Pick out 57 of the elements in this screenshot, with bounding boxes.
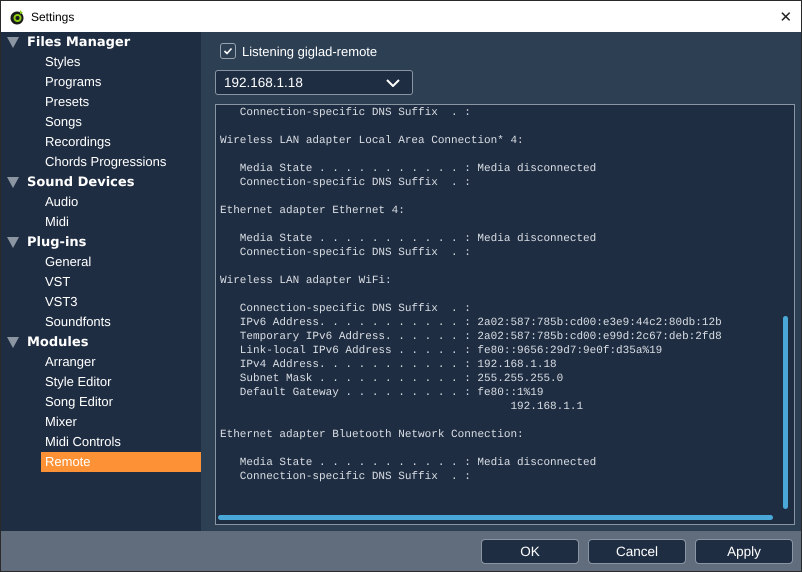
address-dropdown[interactable]: 192.168.1.18 xyxy=(215,70,413,95)
console-line: Subnet Mask . . . . . . . . . . . : 255.255.255.0 xyxy=(238,372,564,386)
app-logo-icon xyxy=(9,8,25,24)
tree-item[interactable]: Presets xyxy=(41,92,201,112)
console-line: Default Gateway . . . . . . . . . : fe80::1%19 xyxy=(238,386,544,400)
tree-item[interactable]: Styles xyxy=(41,52,201,72)
console-line: IPv6 Address. . . . . . . . . . . : 2a02:587:785b:cd00:e3e9:44c2:80db:12b xyxy=(238,316,723,330)
console-line: Connection-specific DNS Suffix . : xyxy=(238,246,472,260)
expand-arrow-icon xyxy=(7,236,19,248)
tree-item[interactable]: Songs xyxy=(41,112,201,132)
console-line: Wireless LAN adapter WiFi: xyxy=(220,274,393,288)
tree-item[interactable]: Song Editor xyxy=(41,392,201,412)
tree-group[interactable]: Plug-ins xyxy=(1,232,201,252)
vertical-scrollbar[interactable] xyxy=(783,316,788,509)
console-line: Media State . . . . . . . . . . . : Media disconnected xyxy=(238,456,598,470)
tree-item[interactable]: Style Editor xyxy=(41,372,201,392)
tree-group[interactable]: Sound Devices xyxy=(1,172,201,192)
tree-group[interactable]: Files Manager xyxy=(1,32,201,52)
tree-item[interactable]: Midi xyxy=(41,212,201,232)
dialog-button[interactable]: OK xyxy=(481,538,579,564)
console-line: IPv4 Address. . . . . . . . . . . : 192.168.1.18 xyxy=(238,358,558,372)
dialog-button[interactable]: Apply xyxy=(695,538,793,564)
console-line: Media State . . . . . . . . . . . : Media disconnected xyxy=(238,162,598,176)
console-line: Ethernet adapter Ethernet 4: xyxy=(220,204,406,218)
expand-arrow-icon xyxy=(7,336,19,348)
tree-item[interactable]: Mixer xyxy=(41,412,201,432)
console-line: 192.168.1.1 xyxy=(509,400,584,414)
horizontal-scrollbar[interactable] xyxy=(218,515,773,520)
tree-item[interactable]: VST xyxy=(41,272,201,292)
dialog-button[interactable]: Cancel xyxy=(588,538,686,564)
console-line: Link-local IPv6 Address . . . . . : fe80::9656:29d7:9e0f:d35a%19 xyxy=(238,344,664,358)
tree-item[interactable]: Chords Progressions xyxy=(41,152,201,172)
window-title: Settings xyxy=(31,10,74,24)
tree-item[interactable]: Arranger xyxy=(41,352,201,372)
console-line: Ethernet adapter Bluetooth Network Connection: xyxy=(220,428,525,442)
close-button[interactable]: ✕ xyxy=(771,2,801,32)
tree-item[interactable]: Programs xyxy=(41,72,201,92)
console-line: Wireless LAN adapter Local Area Connection* 4: xyxy=(220,134,525,148)
console-line: Connection-specific DNS Suffix . : xyxy=(238,106,472,120)
checkbox[interactable] xyxy=(220,43,236,59)
tree-item[interactable]: Midi Controls xyxy=(41,432,201,452)
console-line: Connection-specific DNS Suffix . : xyxy=(238,176,472,190)
console-line: Temporary IPv6 Address. . . . . . : 2a02:587:785b:cd00:e99d:2c67:deb:2fd8 xyxy=(238,330,723,344)
console-line: Connection-specific DNS Suffix . : xyxy=(238,470,472,484)
checkmark-icon xyxy=(223,46,233,56)
tree-item[interactable]: General xyxy=(41,252,201,272)
checkbox-label: Listening giglad-remote xyxy=(242,44,378,58)
tree-item[interactable]: Soundfonts xyxy=(41,312,201,332)
tree-item[interactable]: Audio xyxy=(41,192,201,212)
tree-item[interactable]: VST3 xyxy=(41,292,201,312)
console-line: Media State . . . . . . . . . . . : Media disconnected xyxy=(238,232,598,246)
expand-arrow-icon xyxy=(7,176,19,188)
expand-arrow-icon xyxy=(7,36,19,48)
tree-group[interactable]: Modules xyxy=(1,332,201,352)
console-line: Connection-specific DNS Suffix . : xyxy=(238,302,472,316)
chevron-down-icon xyxy=(386,78,400,86)
tree-item[interactable]: Recordings xyxy=(41,132,201,152)
